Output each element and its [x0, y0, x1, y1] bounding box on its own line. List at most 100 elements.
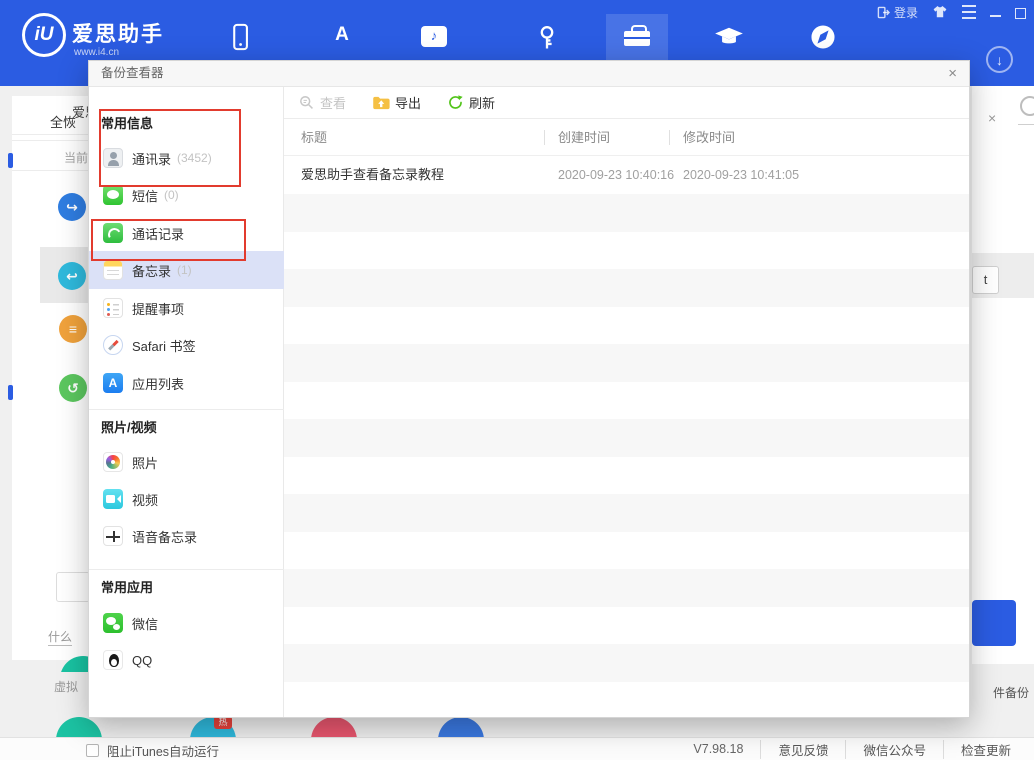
item-label: 语音备忘录	[132, 527, 197, 546]
ringtone-icon[interactable]	[421, 26, 447, 47]
tutorial-icon[interactable]	[714, 22, 744, 52]
notes-icon	[103, 260, 123, 280]
background-right-panel: × t 件备份	[970, 86, 1034, 737]
background-backup-label-clip: 件备份	[993, 684, 1029, 701]
photos-icon	[103, 452, 123, 472]
accent-bar	[8, 385, 13, 400]
blue-app-icon[interactable]	[438, 717, 484, 737]
menu-icon[interactable]	[962, 5, 976, 19]
safari-icon	[103, 335, 123, 355]
teal-app-icon[interactable]	[56, 717, 102, 737]
maximize-button[interactable]	[1015, 8, 1026, 19]
column-modified: 修改时间	[683, 119, 735, 156]
item-count: (0)	[164, 188, 179, 202]
toolbox-icon[interactable]	[624, 31, 650, 46]
sidebar-item-wechat[interactable]: 微信	[89, 604, 284, 642]
brand-title: 爱思助手	[72, 18, 164, 48]
view-icon	[298, 94, 315, 111]
block-itunes-checkbox[interactable]	[86, 744, 99, 757]
note-modified-time: 2020-09-23 10:41:05	[683, 156, 799, 194]
theme-icon[interactable]	[932, 5, 948, 19]
feedback-link[interactable]: 意见反馈	[760, 740, 845, 759]
dialog-toolbar: 查看 导出 刷新	[284, 87, 969, 119]
divider	[12, 140, 88, 141]
search-icon[interactable]	[1020, 96, 1034, 116]
section-title-photos-videos: 照片/视频	[101, 417, 157, 436]
sidebar-item-reminders[interactable]: 提醒事项	[89, 289, 284, 327]
divider	[1018, 124, 1034, 125]
download-manager-button[interactable]: ↓	[986, 46, 1013, 73]
export-button[interactable]: 导出	[372, 93, 421, 112]
teal-circle[interactable]	[60, 656, 88, 672]
sms-icon	[103, 185, 123, 205]
qq-icon	[103, 650, 123, 670]
item-label: QQ	[132, 653, 152, 668]
background-help-link-clip[interactable]: 什么	[48, 628, 72, 646]
sidebar-item-app-list[interactable]: 应用列表	[89, 364, 284, 402]
dialog-title: 备份查看器	[101, 61, 164, 86]
sidebar-item-safari-bookmarks[interactable]: Safari 书签	[89, 326, 284, 364]
accent-bar	[8, 153, 13, 168]
section-title-common-apps: 常用应用	[101, 577, 153, 596]
background-close-icon[interactable]: ×	[988, 110, 996, 126]
pink-app-icon[interactable]	[311, 717, 357, 737]
background-virtual-clip: 虚拟	[54, 678, 78, 695]
item-label: 备忘录	[132, 261, 171, 280]
voice-memos-icon	[103, 526, 123, 546]
background-button-clip[interactable]: t	[972, 266, 999, 294]
wechat-official-link[interactable]: 微信公众号	[845, 740, 943, 759]
annotation-box-contacts-sms	[99, 109, 241, 187]
sidebar-item-videos[interactable]: 视频	[89, 480, 284, 518]
background-input-clip[interactable]	[56, 572, 90, 602]
column-divider	[544, 130, 545, 145]
browser-icon[interactable]	[808, 22, 838, 52]
refresh-label: 刷新	[469, 93, 495, 112]
dialog-main-panel: 查看 导出 刷新 标题 创建时间 修改时间 爱思助手查看备忘录教程	[284, 87, 969, 717]
refresh-icon	[447, 94, 464, 111]
background-panel-title-clip: 全恢	[50, 112, 76, 131]
table-header: 标题 创建时间 修改时间	[284, 119, 969, 156]
column-divider	[669, 130, 670, 145]
login-button[interactable]: 登录	[877, 4, 918, 21]
item-label: 照片	[132, 453, 158, 472]
jailbreak-icon[interactable]	[532, 22, 562, 52]
app-list-icon	[103, 373, 123, 393]
login-label: 登录	[894, 4, 918, 21]
divider	[12, 170, 88, 171]
refresh-button[interactable]: 刷新	[447, 93, 495, 112]
reminders-icon	[103, 298, 123, 318]
column-created: 创建时间	[558, 119, 610, 156]
item-label: 短信	[132, 186, 158, 205]
login-icon	[877, 6, 890, 19]
sidebar-item-photos[interactable]: 照片	[89, 443, 284, 481]
table-row[interactable]: 爱思助手查看备忘录教程 2020-09-23 10:40:16 2020-09-…	[284, 156, 969, 194]
export-icon	[372, 95, 390, 111]
column-title: 标题	[301, 119, 327, 156]
check-update-link[interactable]: 检查更新	[943, 740, 1028, 759]
view-label: 查看	[320, 93, 346, 112]
sidebar-item-qq[interactable]: QQ	[89, 641, 284, 679]
sidebar-item-voice-memos[interactable]: 语音备忘录	[89, 517, 284, 555]
status-bar: 阻止iTunes自动运行 V7.98.18 意见反馈 微信公众号 检查更新	[0, 737, 1034, 760]
videos-icon	[103, 489, 123, 509]
list-circle-button[interactable]: ≡	[59, 315, 87, 343]
appstore-icon[interactable]	[327, 22, 357, 52]
wechat-icon	[103, 613, 123, 633]
background-right-card	[972, 86, 1034, 664]
export-circle-button[interactable]: ↪	[58, 193, 86, 221]
background-teal-button-clip	[0, 654, 88, 672]
background-primary-button-clip[interactable]	[972, 600, 1016, 646]
background-row-clip: 当前	[64, 149, 88, 166]
minimize-button[interactable]	[990, 8, 1001, 17]
item-label: 微信	[132, 614, 158, 633]
view-button[interactable]: 查看	[298, 93, 346, 112]
restore-circle-button[interactable]: ↺	[59, 374, 87, 402]
item-count: (1)	[177, 263, 192, 277]
app-logo: iU	[22, 13, 66, 57]
device-icon[interactable]	[225, 22, 255, 52]
close-icon[interactable]: ×	[948, 61, 957, 86]
import-circle-button[interactable]: ↩	[58, 262, 86, 290]
dialog-titlebar[interactable]: 备份查看器 ×	[89, 61, 969, 87]
brand-subtitle: www.i4.cn	[74, 47, 119, 58]
app-window: iU 爱思助手 www.i4.cn 登录	[0, 0, 1034, 760]
